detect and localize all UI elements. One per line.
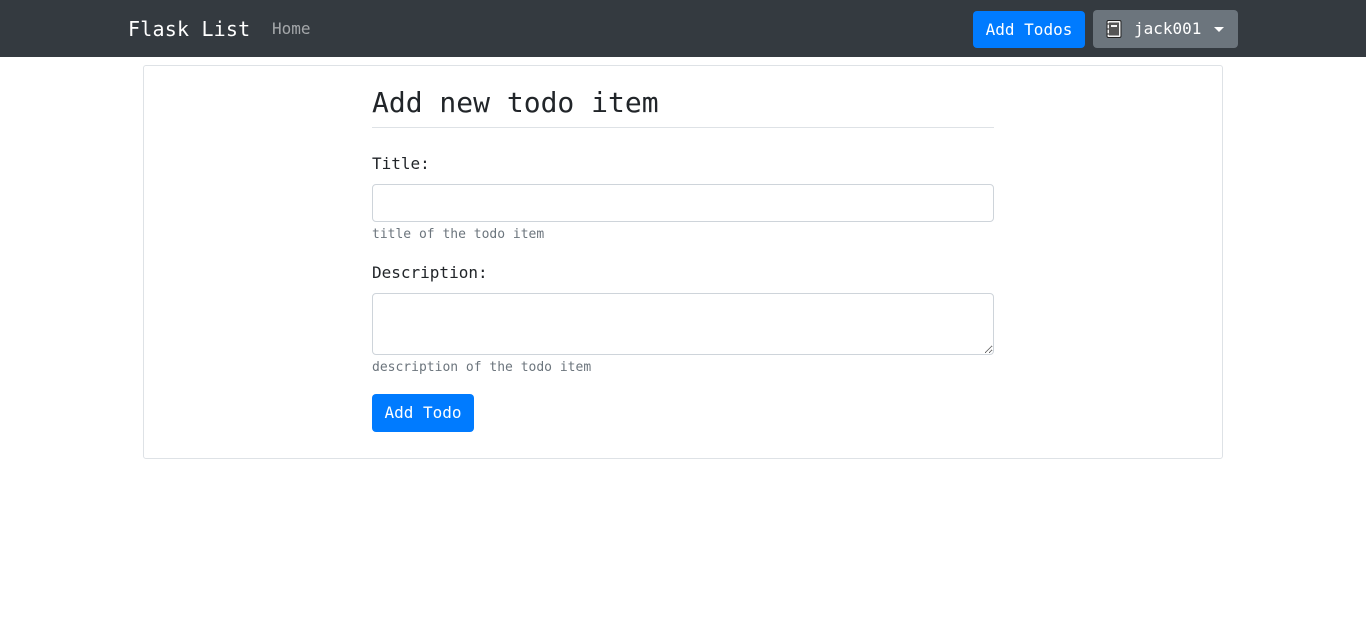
user-menu-dropdown[interactable]: jack001 [1093,10,1238,48]
description-label: Description: [372,263,488,282]
notebook-icon [1106,20,1122,38]
heading-divider [372,127,994,128]
brand-logo-text[interactable]: Flask List [128,15,250,43]
nav-link-home[interactable]: Home [272,18,311,40]
title-label: Title: [372,154,430,173]
top-navbar: Flask List Home Add Todos jack001 [0,0,1366,57]
title-help-text: title of the todo item [372,227,545,242]
page-title: Add new todo item [372,86,659,119]
description-help-text: description of the todo item [372,360,592,375]
add-todos-button[interactable]: Add Todos [973,11,1085,48]
username-label: jack001 [1134,19,1202,38]
chevron-down-icon [1214,27,1224,32]
form-card [143,65,1223,459]
title-input[interactable] [372,184,994,222]
add-todo-submit-button[interactable]: Add Todo [372,394,474,432]
description-textarea[interactable] [372,293,994,355]
